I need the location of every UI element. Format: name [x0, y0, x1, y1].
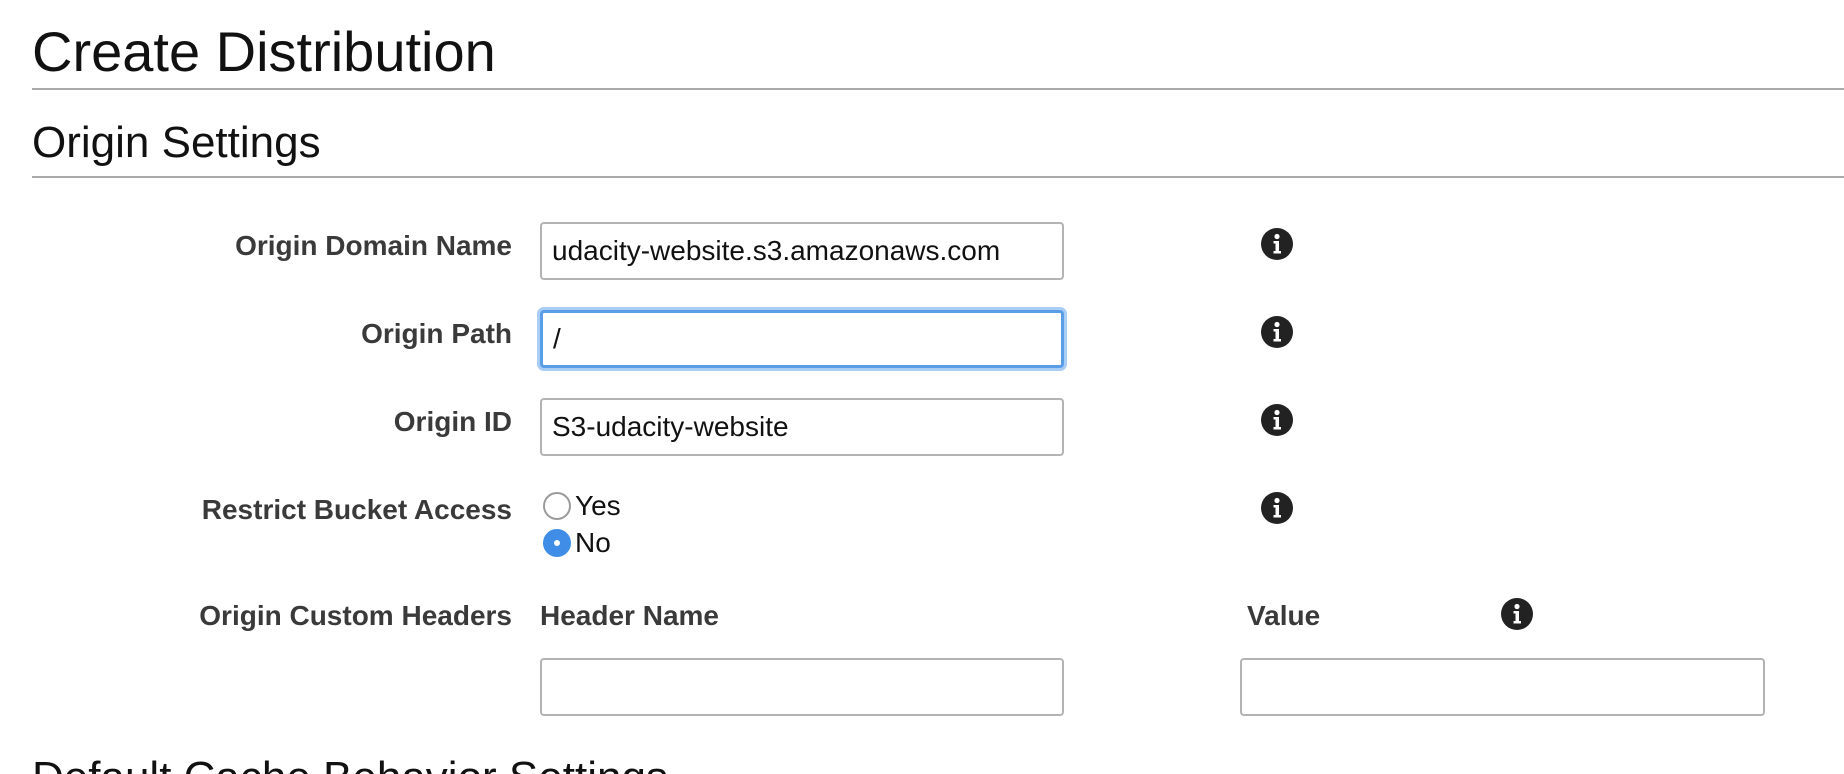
info-icon[interactable] — [1501, 598, 1533, 630]
create-distribution-page: Create Distribution Origin Settings Orig… — [0, 0, 1844, 774]
origin-path-label: Origin Path — [361, 318, 512, 349]
header-value-input[interactable] — [1240, 658, 1765, 716]
page-title: Create Distribution — [32, 20, 496, 83]
origin-custom-headers-label: Origin Custom Headers — [199, 600, 512, 631]
origin-path-input[interactable] — [540, 310, 1064, 368]
radio-yes[interactable] — [543, 492, 571, 520]
value-column-label: Value — [1247, 600, 1321, 631]
section-title-default-cache-behavior: Default Cache Behavior Settings — [32, 752, 668, 774]
info-icon[interactable] — [1261, 492, 1293, 524]
origin-domain-name-label: Origin Domain Name — [235, 230, 512, 261]
info-icon[interactable] — [1261, 228, 1293, 260]
header-name-column-label: Header Name — [540, 600, 719, 631]
restrict-bucket-access-yes-option[interactable]: Yes — [543, 489, 621, 523]
restrict-bucket-access-label: Restrict Bucket Access — [201, 494, 512, 525]
header-name-input[interactable] — [540, 658, 1064, 716]
restrict-bucket-access-no-option[interactable]: No — [543, 526, 611, 560]
origin-id-input[interactable] — [540, 398, 1064, 456]
info-icon[interactable] — [1261, 404, 1293, 436]
origin-domain-name-input[interactable] — [540, 222, 1064, 280]
radio-yes-label: Yes — [575, 490, 621, 521]
radio-no-label: No — [575, 527, 611, 558]
info-icon[interactable] — [1261, 316, 1293, 348]
section-divider — [32, 176, 1844, 178]
radio-no[interactable] — [543, 529, 571, 557]
origin-id-label: Origin ID — [393, 406, 512, 437]
section-title-origin-settings: Origin Settings — [32, 118, 321, 167]
title-divider — [32, 88, 1844, 90]
